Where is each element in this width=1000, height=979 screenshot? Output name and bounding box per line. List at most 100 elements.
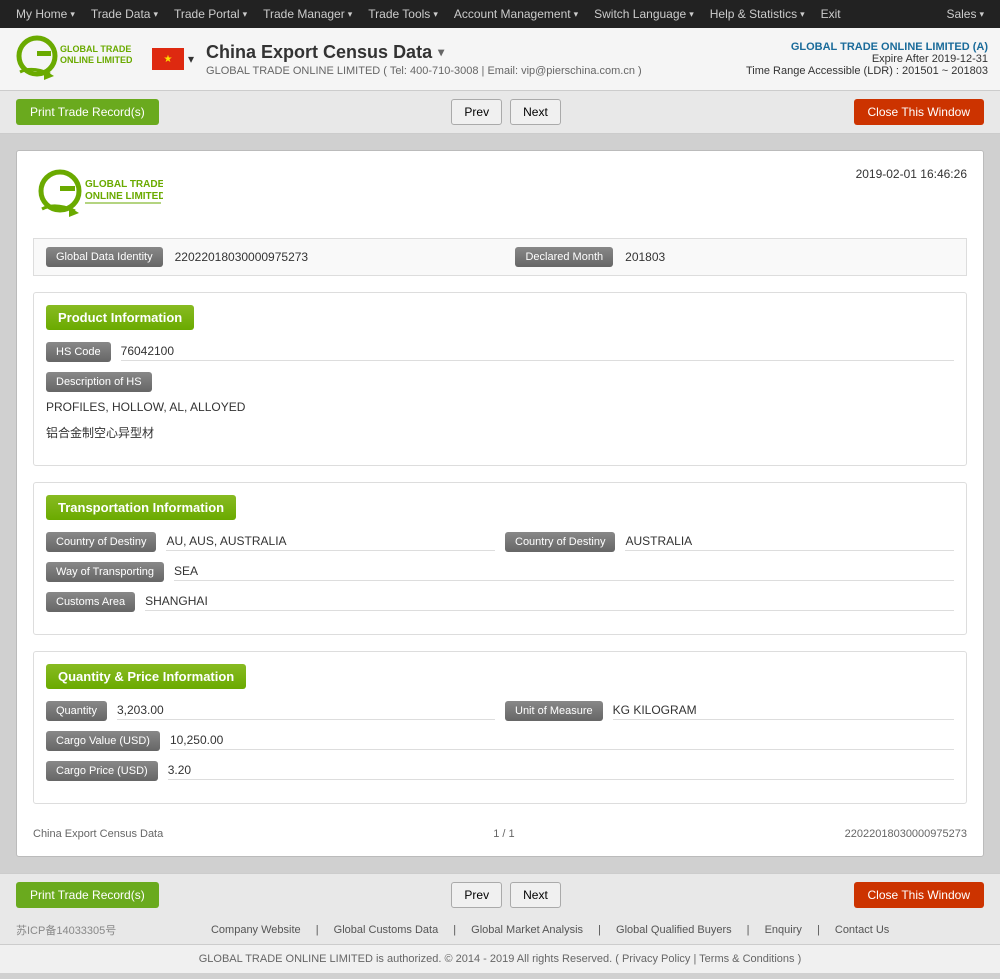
header-bar: GLOBAL TRADE ONLINE LIMITED ★ ▾ China Ex…: [0, 28, 1000, 91]
quantity-label: Quantity: [46, 701, 107, 721]
prev-button[interactable]: Prev: [451, 99, 502, 125]
quantity-price-section: Quantity & Price Information Quantity 3,…: [33, 651, 967, 804]
title-dropdown-arrow[interactable]: ▾: [438, 45, 444, 59]
unit-of-measure-value: KG KILOGRAM: [613, 703, 954, 720]
footer-copyright: GLOBAL TRADE ONLINE LIMITED is authorize…: [16, 953, 984, 965]
footer-icp-bar: 苏ICP备14033305号 Company Website | Global …: [0, 916, 1000, 944]
bottom-action-bar: Print Trade Record(s) Prev Next Close Th…: [0, 873, 1000, 916]
description-of-hs-label: Description of HS: [46, 372, 152, 392]
page-title: China Export Census Data ▾: [206, 42, 734, 63]
logo-area: GLOBAL TRADE ONLINE LIMITED: [12, 34, 132, 84]
transport-top-row: Country of Destiny AU, AUS, AUSTRALIA Co…: [46, 532, 954, 562]
flag-container: ★ ▾: [152, 48, 194, 70]
nav-trade-portal[interactable]: Trade Portal ▾: [166, 0, 255, 28]
product-info-header: Product Information: [46, 305, 194, 330]
nav-trade-manager[interactable]: Trade Manager ▾: [255, 0, 360, 28]
record-gto-logo: GLOBAL TRADE ONLINE LIMITED: [33, 167, 163, 222]
chevron-down-icon: ▾: [243, 9, 248, 20]
icp-text: 苏ICP备14033305号: [16, 922, 116, 938]
top-navigation: My Home ▾ Trade Data ▾ Trade Portal ▾ Tr…: [0, 0, 1000, 28]
svg-text:GLOBAL TRADE: GLOBAL TRADE: [60, 44, 131, 54]
nav-sales[interactable]: Sales ▾: [938, 0, 992, 28]
header-company-name: GLOBAL TRADE ONLINE LIMITED (A): [746, 41, 988, 53]
next-button[interactable]: Next: [510, 99, 561, 125]
description-line2: 铝合金制空心异型材: [46, 422, 954, 443]
footer-link-global-customs[interactable]: Global Customs Data: [334, 924, 439, 936]
footer-link-qualified-buyers[interactable]: Global Qualified Buyers: [616, 924, 732, 936]
cargo-price-label: Cargo Price (USD): [46, 761, 158, 781]
footer-link-company-website[interactable]: Company Website: [211, 924, 301, 936]
transport-info-header: Transportation Information: [46, 495, 236, 520]
svg-text:ONLINE LIMITED: ONLINE LIMITED: [60, 55, 132, 65]
header-right: GLOBAL TRADE ONLINE LIMITED (A) Expire A…: [746, 41, 988, 77]
nav-account-management[interactable]: Account Management ▾: [446, 0, 586, 28]
bottom-next-button[interactable]: Next: [510, 882, 561, 908]
nav-trade-tools[interactable]: Trade Tools ▾: [360, 0, 446, 28]
way-of-transporting-label: Way of Transporting: [46, 562, 164, 582]
country-of-destiny-value1: AU, AUS, AUSTRALIA: [166, 534, 495, 551]
country-of-destiny-value2: AUSTRALIA: [625, 534, 954, 551]
nav-trade-data[interactable]: Trade Data ▾: [83, 0, 166, 28]
close-button[interactable]: Close This Window: [854, 99, 984, 125]
quantity-row: Quantity 3,203.00: [46, 701, 495, 721]
hs-code-label: HS Code: [46, 342, 111, 362]
declared-month-value: 201803: [625, 250, 954, 264]
svg-text:ONLINE LIMITED: ONLINE LIMITED: [85, 191, 163, 202]
quantity-price-header: Quantity & Price Information: [46, 664, 246, 689]
record-card: GLOBAL TRADE ONLINE LIMITED 2019-02-01 1…: [16, 150, 984, 857]
record-id: 22022018030000975273: [845, 828, 967, 840]
global-data-identity-label: Global Data Identity: [46, 247, 163, 267]
record-data-source: China Export Census Data: [33, 828, 163, 840]
nav-help-statistics[interactable]: Help & Statistics ▾: [702, 0, 813, 28]
quantity-value: 3,203.00: [117, 703, 495, 720]
global-data-identity-value: 22022018030000975273: [175, 250, 504, 264]
footer-link-market-analysis[interactable]: Global Market Analysis: [471, 924, 583, 936]
cargo-price-row: Cargo Price (USD) 3.20: [46, 761, 954, 781]
identity-row: Global Data Identity 2202201803000097527…: [33, 238, 967, 276]
footer-copyright-bar: GLOBAL TRADE ONLINE LIMITED is authorize…: [0, 944, 1000, 973]
gto-logo-image: GLOBAL TRADE ONLINE LIMITED: [12, 34, 132, 84]
hs-code-row: HS Code 76042100: [46, 342, 954, 362]
cargo-price-value: 3.20: [168, 763, 954, 780]
customs-area-value: SHANGHAI: [145, 594, 954, 611]
footer-links: Company Website | Global Customs Data | …: [116, 924, 984, 936]
bottom-prev-button[interactable]: Prev: [451, 882, 502, 908]
unit-of-measure-label: Unit of Measure: [505, 701, 603, 721]
bottom-close-button[interactable]: Close This Window: [854, 882, 984, 908]
cargo-value-label: Cargo Value (USD): [46, 731, 160, 751]
customs-area-row: Customs Area SHANGHAI: [46, 592, 954, 612]
chevron-down-icon: ▾: [689, 9, 694, 20]
nav-exit[interactable]: Exit: [813, 0, 849, 28]
way-of-transporting-row: Way of Transporting SEA: [46, 562, 954, 582]
flag-dropdown-arrow[interactable]: ▾: [188, 52, 194, 66]
record-timestamp: 2019-02-01 16:46:26: [856, 167, 967, 181]
nav-my-home[interactable]: My Home ▾: [8, 0, 83, 28]
footer-link-contact[interactable]: Contact Us: [835, 924, 889, 936]
cargo-value-value: 10,250.00: [170, 733, 954, 750]
unit-measure-row: Unit of Measure KG KILOGRAM: [505, 701, 954, 721]
header-expire: Expire After 2019-12-31: [746, 53, 988, 65]
chevron-down-icon: ▾: [348, 9, 353, 20]
bottom-print-button[interactable]: Print Trade Record(s): [16, 882, 159, 908]
country-destiny-row2: Country of Destiny AUSTRALIA: [505, 532, 954, 552]
chevron-down-icon: ▾: [153, 9, 158, 20]
nav-switch-language[interactable]: Switch Language ▾: [586, 0, 702, 28]
customs-area-label: Customs Area: [46, 592, 135, 612]
main-content: GLOBAL TRADE ONLINE LIMITED 2019-02-01 1…: [0, 134, 1000, 873]
description-line1: PROFILES, HOLLOW, AL, ALLOYED: [46, 398, 954, 416]
transportation-information-section: Transportation Information Country of De…: [33, 482, 967, 635]
china-flag: ★: [152, 48, 184, 70]
product-information-section: Product Information HS Code 76042100 Des…: [33, 292, 967, 466]
svg-text:GLOBAL TRADE: GLOBAL TRADE: [85, 179, 163, 190]
declared-month-label: Declared Month: [515, 247, 613, 267]
chevron-down-icon: ▾: [433, 9, 438, 20]
cargo-value-row: Cargo Value (USD) 10,250.00: [46, 731, 954, 751]
country-of-destiny-label2: Country of Destiny: [505, 532, 615, 552]
header-title-area: China Export Census Data ▾ GLOBAL TRADE …: [206, 42, 734, 77]
country-destiny-row1: Country of Destiny AU, AUS, AUSTRALIA: [46, 532, 495, 552]
footer-link-enquiry[interactable]: Enquiry: [765, 924, 802, 936]
print-button[interactable]: Print Trade Record(s): [16, 99, 159, 125]
quantity-top-row: Quantity 3,203.00 Unit of Measure KG KIL…: [46, 701, 954, 731]
hs-code-value: 76042100: [121, 344, 954, 361]
chevron-down-icon: ▾: [70, 9, 75, 20]
